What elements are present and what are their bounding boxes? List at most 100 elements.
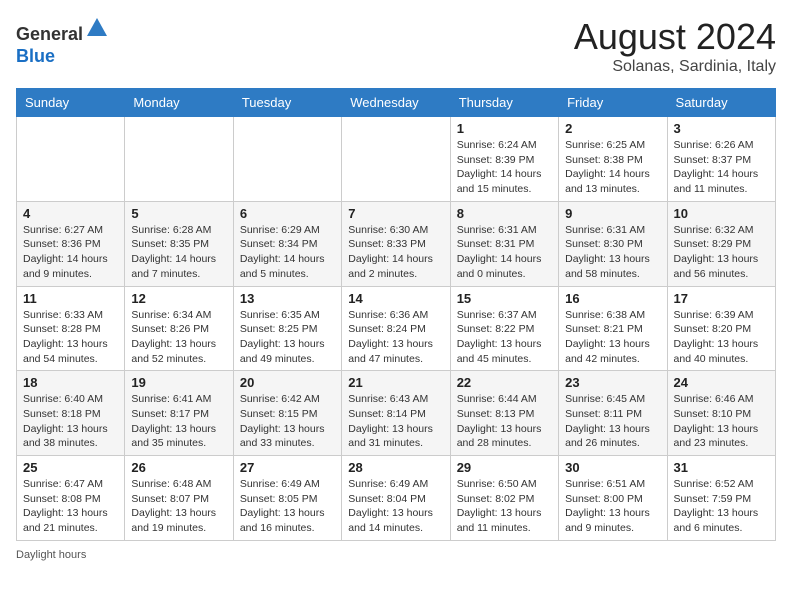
- logo-general: General: [16, 24, 83, 44]
- day-number: 25: [23, 460, 118, 475]
- day-info: Sunrise: 6:47 AMSunset: 8:08 PMDaylight:…: [23, 477, 118, 536]
- weekday-header: Saturday: [667, 89, 775, 117]
- weekday-header: Sunday: [17, 89, 125, 117]
- day-info: Sunrise: 6:33 AMSunset: 8:28 PMDaylight:…: [23, 308, 118, 367]
- day-number: 22: [457, 375, 552, 390]
- day-number: 14: [348, 291, 443, 306]
- day-number: 23: [565, 375, 660, 390]
- day-number: 10: [674, 206, 769, 221]
- calendar-cell: 4Sunrise: 6:27 AMSunset: 8:36 PMDaylight…: [17, 201, 125, 286]
- calendar-week-row: 18 Sunrise: 6:40 AMSunset: 8:18 PMDayligh…: [17, 371, 776, 456]
- day-number: 5: [131, 206, 226, 221]
- day-number: 9: [565, 206, 660, 221]
- day-info: Sunrise: 6:43 AMSunset: 8:14 PMDaylight:…: [348, 392, 443, 451]
- day-info: Sunrise: 6:27 AMSunset: 8:36 PMDaylight:…: [23, 223, 118, 282]
- footer: Daylight hours: [16, 549, 776, 561]
- calendar-cell: 26 Sunrise: 6:48 AMSunset: 8:07 PMDayligh…: [125, 456, 233, 541]
- calendar-cell: 30 Sunrise: 6:51 AMSunset: 8:00 PMDayligh…: [559, 456, 667, 541]
- daylight-label: Daylight hours: [16, 549, 86, 561]
- weekday-header-row: SundayMondayTuesdayWednesdayThursdayFrid…: [17, 89, 776, 117]
- calendar-cell: 14 Sunrise: 6:36 AMSunset: 8:24 PMDayligh…: [342, 286, 450, 371]
- day-info: Sunrise: 6:35 AMSunset: 8:25 PMDaylight:…: [240, 308, 335, 367]
- day-number: 26: [131, 460, 226, 475]
- day-info: Sunrise: 6:42 AMSunset: 8:15 PMDaylight:…: [240, 392, 335, 451]
- calendar-week-row: 11 Sunrise: 6:33 AMSunset: 8:28 PMDayligh…: [17, 286, 776, 371]
- day-info: Sunrise: 6:37 AMSunset: 8:22 PMDaylight:…: [457, 308, 552, 367]
- day-info: Sunrise: 6:45 AMSunset: 8:11 PMDaylight:…: [565, 392, 660, 451]
- day-number: 29: [457, 460, 552, 475]
- day-number: 13: [240, 291, 335, 306]
- calendar-week-row: 4Sunrise: 6:27 AMSunset: 8:36 PMDaylight…: [17, 201, 776, 286]
- logo-icon: [85, 16, 109, 40]
- day-info: Sunrise: 6:50 AMSunset: 8:02 PMDaylight:…: [457, 477, 552, 536]
- day-number: 18: [23, 375, 118, 390]
- day-number: 28: [348, 460, 443, 475]
- calendar-cell: 12 Sunrise: 6:34 AMSunset: 8:26 PMDayligh…: [125, 286, 233, 371]
- day-info: Sunrise: 6:51 AMSunset: 8:00 PMDaylight:…: [565, 477, 660, 536]
- calendar-cell: 29 Sunrise: 6:50 AMSunset: 8:02 PMDayligh…: [450, 456, 558, 541]
- calendar-cell: [17, 117, 125, 202]
- day-number: 3: [674, 121, 769, 136]
- day-info: Sunrise: 6:46 AMSunset: 8:10 PMDaylight:…: [674, 392, 769, 451]
- weekday-header: Monday: [125, 89, 233, 117]
- day-number: 16: [565, 291, 660, 306]
- calendar-cell: [125, 117, 233, 202]
- logo-blue: Blue: [16, 46, 55, 66]
- calendar-week-row: 25 Sunrise: 6:47 AMSunset: 8:08 PMDayligh…: [17, 456, 776, 541]
- calendar-cell: 8 Sunrise: 6:31 AMSunset: 8:31 PMDaylight…: [450, 201, 558, 286]
- day-number: 27: [240, 460, 335, 475]
- day-number: 12: [131, 291, 226, 306]
- calendar-cell: 27 Sunrise: 6:49 AMSunset: 8:05 PMDayligh…: [233, 456, 341, 541]
- day-info: Sunrise: 6:34 AMSunset: 8:26 PMDaylight:…: [131, 308, 226, 367]
- calendar-cell: 1 Sunrise: 6:24 AMSunset: 8:39 PMDaylight…: [450, 117, 558, 202]
- calendar-cell: 24 Sunrise: 6:46 AMSunset: 8:10 PMDayligh…: [667, 371, 775, 456]
- day-number: 15: [457, 291, 552, 306]
- day-info: Sunrise: 6:48 AMSunset: 8:07 PMDaylight:…: [131, 477, 226, 536]
- day-info: Sunrise: 6:38 AMSunset: 8:21 PMDaylight:…: [565, 308, 660, 367]
- calendar-cell: 11 Sunrise: 6:33 AMSunset: 8:28 PMDayligh…: [17, 286, 125, 371]
- day-number: 11: [23, 291, 118, 306]
- day-number: 20: [240, 375, 335, 390]
- calendar-cell: 10 Sunrise: 6:32 AMSunset: 8:29 PMDayligh…: [667, 201, 775, 286]
- day-number: 2: [565, 121, 660, 136]
- calendar-cell: 20 Sunrise: 6:42 AMSunset: 8:15 PMDayligh…: [233, 371, 341, 456]
- weekday-header: Thursday: [450, 89, 558, 117]
- calendar-cell: 28 Sunrise: 6:49 AMSunset: 8:04 PMDayligh…: [342, 456, 450, 541]
- day-info: Sunrise: 6:49 AMSunset: 8:04 PMDaylight:…: [348, 477, 443, 536]
- day-info: Sunrise: 6:32 AMSunset: 8:29 PMDaylight:…: [674, 223, 769, 282]
- calendar-cell: 18 Sunrise: 6:40 AMSunset: 8:18 PMDayligh…: [17, 371, 125, 456]
- day-info: Sunrise: 6:40 AMSunset: 8:18 PMDaylight:…: [23, 392, 118, 451]
- day-number: 19: [131, 375, 226, 390]
- day-info: Sunrise: 6:36 AMSunset: 8:24 PMDaylight:…: [348, 308, 443, 367]
- day-info: Sunrise: 6:24 AMSunset: 8:39 PMDaylight:…: [457, 138, 552, 197]
- day-info: Sunrise: 6:31 AMSunset: 8:31 PMDaylight:…: [457, 223, 552, 282]
- day-info: Sunrise: 6:30 AMSunset: 8:33 PMDaylight:…: [348, 223, 443, 282]
- day-number: 8: [457, 206, 552, 221]
- day-info: Sunrise: 6:29 AMSunset: 8:34 PMDaylight:…: [240, 223, 335, 282]
- calendar-cell: 16 Sunrise: 6:38 AMSunset: 8:21 PMDayligh…: [559, 286, 667, 371]
- calendar-cell: 17Sunrise: 6:39 AMSunset: 8:20 PMDayligh…: [667, 286, 775, 371]
- day-info: Sunrise: 6:28 AMSunset: 8:35 PMDaylight:…: [131, 223, 226, 282]
- weekday-header: Friday: [559, 89, 667, 117]
- calendar-cell: [233, 117, 341, 202]
- day-number: 7: [348, 206, 443, 221]
- weekday-header: Wednesday: [342, 89, 450, 117]
- calendar-cell: 25 Sunrise: 6:47 AMSunset: 8:08 PMDayligh…: [17, 456, 125, 541]
- calendar-cell: 9Sunrise: 6:31 AMSunset: 8:30 PMDaylight…: [559, 201, 667, 286]
- calendar-cell: 3 Sunrise: 6:26 AMSunset: 8:37 PMDaylight…: [667, 117, 775, 202]
- calendar-cell: 13 Sunrise: 6:35 AMSunset: 8:25 PMDayligh…: [233, 286, 341, 371]
- day-info: Sunrise: 6:44 AMSunset: 8:13 PMDaylight:…: [457, 392, 552, 451]
- day-number: 1: [457, 121, 552, 136]
- day-number: 21: [348, 375, 443, 390]
- day-number: 31: [674, 460, 769, 475]
- day-info: Sunrise: 6:26 AMSunset: 8:37 PMDaylight:…: [674, 138, 769, 197]
- day-number: 30: [565, 460, 660, 475]
- calendar-cell: 5 Sunrise: 6:28 AMSunset: 8:35 PMDaylight…: [125, 201, 233, 286]
- day-info: Sunrise: 6:49 AMSunset: 8:05 PMDaylight:…: [240, 477, 335, 536]
- day-number: 24: [674, 375, 769, 390]
- day-info: Sunrise: 6:25 AMSunset: 8:38 PMDaylight:…: [565, 138, 660, 197]
- calendar-cell: 22 Sunrise: 6:44 AMSunset: 8:13 PMDayligh…: [450, 371, 558, 456]
- calendar-cell: 31Sunrise: 6:52 AMSunset: 7:59 PMDayligh…: [667, 456, 775, 541]
- calendar-cell: [342, 117, 450, 202]
- calendar-cell: 6Sunrise: 6:29 AMSunset: 8:34 PMDaylight…: [233, 201, 341, 286]
